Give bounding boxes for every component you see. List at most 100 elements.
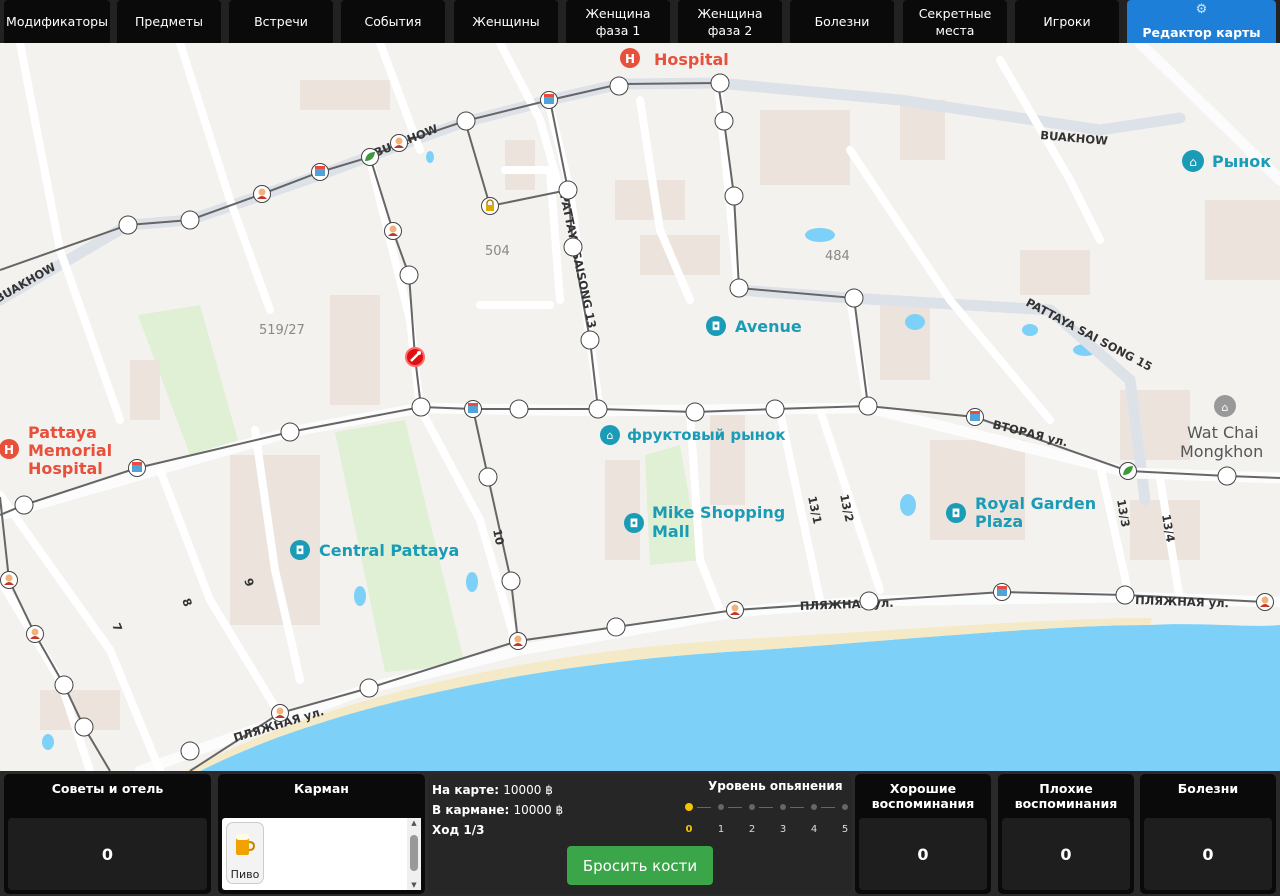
- woman-icon[interactable]: [271, 704, 289, 722]
- route-node[interactable]: [280, 422, 300, 442]
- route-node[interactable]: [558, 180, 578, 200]
- shop-icon[interactable]: [128, 459, 146, 477]
- route-node[interactable]: [180, 741, 200, 761]
- pocket-inventory[interactable]: Пиво ▲ ▼: [222, 818, 421, 890]
- woman-icon[interactable]: [0, 571, 18, 589]
- route-node[interactable]: [765, 399, 785, 419]
- lock-icon[interactable]: [481, 197, 499, 215]
- svg-text:Mongkhon: Mongkhon: [1180, 442, 1263, 461]
- route-node[interactable]: [563, 237, 583, 257]
- woman-icon[interactable]: [390, 134, 408, 152]
- route-node[interactable]: [858, 396, 878, 416]
- route-node[interactable]: [1217, 466, 1237, 486]
- route-node[interactable]: [729, 278, 749, 298]
- route-node[interactable]: [74, 717, 94, 737]
- route-node[interactable]: [180, 210, 200, 230]
- route-node[interactable]: [714, 111, 734, 131]
- poi-shopping-icon: ⌂: [1182, 150, 1204, 172]
- shop-icon[interactable]: [540, 91, 558, 109]
- shop-icon[interactable]: [966, 408, 984, 426]
- leaf-icon[interactable]: [361, 148, 379, 166]
- map-canvas: H H BUAKHOW BUAKHOW BUAKHOW PATTAYA SAIS…: [0, 43, 1280, 771]
- route-node[interactable]: [118, 215, 138, 235]
- woman-icon[interactable]: [384, 222, 402, 240]
- drunk-dot-0: [685, 803, 693, 811]
- bottom-panel: Советы и отель 0 Карман Пиво ▲ ▼ На карт…: [0, 771, 1280, 896]
- route-node[interactable]: [580, 330, 600, 350]
- good-memories-panel: Хорошие воспоминания 0: [855, 774, 991, 894]
- svg-text:◘: ◘: [952, 507, 961, 520]
- leaf-icon[interactable]: [1119, 462, 1137, 480]
- tab-modifiers[interactable]: Модификаторы: [4, 0, 110, 43]
- scroll-up-icon[interactable]: ▲: [407, 819, 421, 827]
- route-node[interactable]: [14, 495, 34, 515]
- route-node[interactable]: [724, 186, 744, 206]
- svg-text:◘: ◘: [630, 517, 639, 530]
- tab-items[interactable]: Предметы: [117, 0, 221, 43]
- drunk-level-5: 5: [841, 824, 849, 835]
- scrollbar-thumb[interactable]: [410, 835, 418, 871]
- poi-shopping-icon: ◘: [290, 540, 310, 560]
- beer-icon: [236, 834, 255, 855]
- poi-temple-icon: ⌂: [1214, 395, 1236, 417]
- good-memories-title: Хорошие воспоминания: [871, 781, 975, 811]
- tab-woman-phase-2[interactable]: Женщина фаза 2: [678, 0, 782, 43]
- woman-icon[interactable]: [253, 185, 271, 203]
- diseases-panel: Болезни 0: [1140, 774, 1276, 894]
- route-node[interactable]: [456, 111, 476, 131]
- selected-node-pin-icon[interactable]: [405, 347, 425, 367]
- route-node[interactable]: [54, 675, 74, 695]
- money-on-map-value: 10000 ฿: [503, 783, 553, 797]
- tips-hotel-value: 0: [8, 818, 207, 890]
- shop-icon[interactable]: [311, 163, 329, 181]
- game-map[interactable]: H H BUAKHOW BUAKHOW BUAKHOW PATTAYA SAIS…: [0, 43, 1280, 771]
- gear-icon: ⚙: [1195, 2, 1208, 17]
- poi-shopping-icon: ◘: [624, 513, 644, 533]
- poi-shopping-icon: ⌂: [600, 425, 620, 445]
- route-node[interactable]: [859, 591, 879, 611]
- woman-icon[interactable]: [26, 625, 44, 643]
- shop-icon[interactable]: [464, 400, 482, 418]
- route-node[interactable]: [710, 73, 730, 93]
- money-in-pocket-label: В кармане:: [432, 803, 510, 817]
- tab-woman-phase-1[interactable]: Женщина фаза 1: [566, 0, 670, 43]
- drunk-dash: [759, 807, 773, 808]
- route-node[interactable]: [399, 265, 419, 285]
- pocket-scrollbar[interactable]: ▲ ▼: [407, 818, 421, 890]
- woman-icon[interactable]: [509, 632, 527, 650]
- route-node[interactable]: [501, 571, 521, 591]
- svg-text:Pattaya: Pattaya: [28, 423, 97, 442]
- tab-events[interactable]: События: [341, 0, 445, 43]
- scroll-down-icon[interactable]: ▼: [407, 881, 421, 889]
- svg-text:Memorial: Memorial: [28, 441, 112, 460]
- route-node[interactable]: [359, 678, 379, 698]
- turn-status-panel: На карте: 10000 ฿ В кармане: 10000 ฿ Ход…: [428, 774, 851, 894]
- tab-diseases[interactable]: Болезни: [790, 0, 894, 43]
- tab-players[interactable]: Игроки: [1015, 0, 1119, 43]
- svg-text:Hospital: Hospital: [28, 459, 103, 478]
- route-node[interactable]: [685, 402, 705, 422]
- route-node[interactable]: [509, 399, 529, 419]
- route-node[interactable]: [588, 399, 608, 419]
- tab-meetings[interactable]: Встречи: [229, 0, 333, 43]
- svg-text:519/27: 519/27: [259, 323, 305, 338]
- route-node[interactable]: [411, 397, 431, 417]
- svg-text:H: H: [4, 443, 14, 457]
- svg-text:Royal Garden: Royal Garden: [975, 494, 1096, 513]
- pocket-item-beer[interactable]: Пиво: [226, 822, 264, 884]
- drunk-dash: [728, 807, 742, 808]
- route-node[interactable]: [844, 288, 864, 308]
- tab-women[interactable]: Женщины: [454, 0, 558, 43]
- tab-secret-places[interactable]: Секретные места: [903, 0, 1007, 43]
- route-node[interactable]: [1115, 585, 1135, 605]
- route-node[interactable]: [609, 76, 629, 96]
- woman-icon[interactable]: [1256, 593, 1274, 611]
- tab-map-editor[interactable]: ⚙ Редактор карты: [1127, 0, 1276, 43]
- roll-dice-button[interactable]: Бросить кости: [567, 846, 713, 885]
- route-node[interactable]: [478, 467, 498, 487]
- woman-icon[interactable]: [726, 601, 744, 619]
- svg-text:⌂: ⌂: [1189, 155, 1197, 169]
- money-on-map: На карте: 10000 ฿: [432, 783, 553, 797]
- route-node[interactable]: [606, 617, 626, 637]
- shop-icon[interactable]: [993, 583, 1011, 601]
